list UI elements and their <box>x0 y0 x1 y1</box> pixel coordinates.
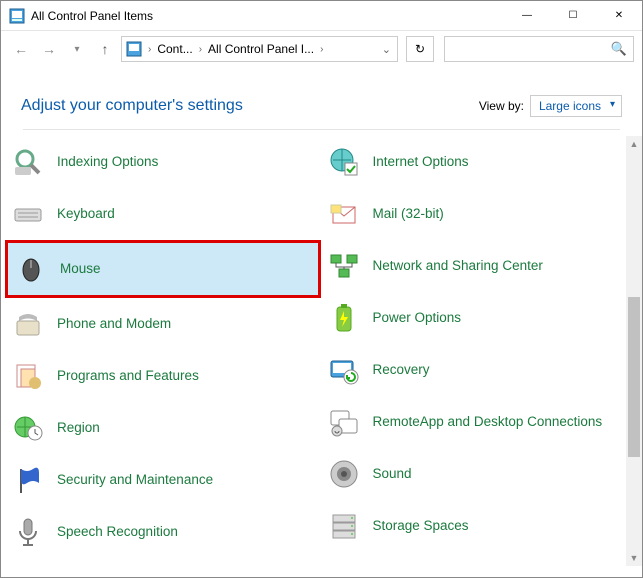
flag-icon <box>9 461 47 499</box>
remoteapp-icon <box>325 403 363 441</box>
cp-item-label: Power Options <box>373 310 462 327</box>
minimize-button[interactable]: — <box>504 1 550 31</box>
scroll-down-arrow-icon[interactable]: ▼ <box>626 550 642 566</box>
items-area: Indexing Options Keyboard Mouse Phone and M… <box>1 136 642 566</box>
cp-item-label: Security and Maintenance <box>57 472 213 489</box>
speaker-icon <box>325 455 363 493</box>
titlebar: All Control Panel Items — ☐ ✕ <box>1 1 642 31</box>
cp-item-label: Speech Recognition <box>57 524 178 541</box>
navigation-row: ← → ▾ ↑ › Cont... › All Control Panel I.… <box>1 31 642 67</box>
mouse-icon <box>12 250 50 288</box>
scroll-thumb[interactable] <box>628 297 640 457</box>
breadcrumb-seg2[interactable]: All Control Panel I... <box>208 42 314 56</box>
search-index-icon <box>9 143 47 181</box>
cp-item-indexing-options[interactable]: Indexing Options <box>5 136 321 188</box>
view-by-label: View by: <box>479 99 524 113</box>
cp-item-sync-center[interactable]: Sync Center <box>5 558 321 566</box>
cp-item-phone-and-modem[interactable]: Phone and Modem <box>5 298 321 350</box>
cp-item-keyboard[interactable]: Keyboard <box>5 188 321 240</box>
sync-icon <box>9 565 47 566</box>
keyboard-icon <box>9 195 47 233</box>
chevron-right-icon[interactable]: › <box>197 44 204 55</box>
cp-item-label: Mouse <box>60 261 101 278</box>
cp-item-label: Mail (32-bit) <box>373 206 444 223</box>
cp-item-internet-options[interactable]: Internet Options <box>321 136 637 188</box>
close-button[interactable]: ✕ <box>596 1 642 31</box>
cp-item-power-options[interactable]: Power Options <box>321 292 637 344</box>
cp-item-label: Keyboard <box>57 206 115 223</box>
cp-item-label: Indexing Options <box>57 154 158 171</box>
chevron-right-icon[interactable]: › <box>146 44 153 55</box>
cp-item-mail-32-bit-[interactable]: Mail (32-bit) <box>321 188 637 240</box>
recovery-icon <box>325 351 363 389</box>
forward-button[interactable]: → <box>37 37 61 61</box>
globe-check-icon <box>325 143 363 181</box>
cp-item-storage-spaces[interactable]: Storage Spaces <box>321 500 637 552</box>
drives-icon <box>325 507 363 545</box>
divider <box>23 129 620 130</box>
mail-icon <box>325 195 363 233</box>
search-input[interactable] <box>445 37 633 61</box>
scroll-up-arrow-icon[interactable]: ▲ <box>626 136 642 152</box>
microphone-icon <box>9 513 47 551</box>
view-by-value: Large icons <box>539 99 601 113</box>
control-panel-icon <box>9 8 25 24</box>
cp-item-mouse[interactable]: Mouse <box>8 243 318 295</box>
cp-item-label: Internet Options <box>373 154 469 171</box>
system-icon <box>325 559 363 566</box>
cp-item-label: Storage Spaces <box>373 518 469 535</box>
address-dropdown-icon[interactable]: ⌄ <box>380 43 393 56</box>
content-header: Adjust your computer's settings View by:… <box>21 95 622 117</box>
page-heading: Adjust your computer's settings <box>21 97 243 115</box>
breadcrumb-seg1[interactable]: Cont... <box>157 42 192 56</box>
refresh-button[interactable]: ↻ <box>406 36 434 62</box>
highlight-box: Mouse <box>5 240 321 298</box>
chevron-right-icon[interactable]: › <box>318 44 325 55</box>
up-button[interactable]: ↑ <box>93 37 117 61</box>
battery-icon <box>325 299 363 337</box>
phone-modem-icon <box>9 305 47 343</box>
window-controls: — ☐ ✕ <box>504 1 642 31</box>
cp-item-remoteapp-and-desktop-connections[interactable]: RemoteApp and Desktop Connections <box>321 396 637 448</box>
vertical-scrollbar[interactable]: ▲ ▼ <box>626 136 642 566</box>
programs-icon <box>9 357 47 395</box>
cp-item-label: Recovery <box>373 362 430 379</box>
view-by-select[interactable]: Large icons <box>530 95 622 117</box>
cp-item-label: Programs and Features <box>57 368 199 385</box>
cp-item-recovery[interactable]: Recovery <box>321 344 637 396</box>
scroll-track[interactable] <box>626 152 642 550</box>
cp-item-label: Network and Sharing Center <box>373 258 543 275</box>
cp-item-region[interactable]: Region <box>5 402 321 454</box>
window-title: All Control Panel Items <box>31 9 504 23</box>
search-icon[interactable]: 🔍 <box>611 41 627 57</box>
network-icon <box>325 247 363 285</box>
search-box[interactable]: 🔍 <box>444 36 634 62</box>
cp-item-label: RemoteApp and Desktop Connections <box>373 414 603 431</box>
cp-item-system[interactable]: System <box>321 552 637 566</box>
cp-item-security-and-maintenance[interactable]: Security and Maintenance <box>5 454 321 506</box>
cp-item-speech-recognition[interactable]: Speech Recognition <box>5 506 321 558</box>
back-button[interactable]: ← <box>9 37 33 61</box>
control-panel-icon <box>126 41 142 57</box>
cp-item-label: Phone and Modem <box>57 316 171 333</box>
view-by: View by: Large icons <box>479 95 622 117</box>
recent-locations-button[interactable]: ▾ <box>65 37 89 61</box>
address-bar[interactable]: › Cont... › All Control Panel I... › ⌄ <box>121 36 398 62</box>
cp-item-label: Sound <box>373 466 412 483</box>
cp-item-sound[interactable]: Sound <box>321 448 637 500</box>
cp-item-programs-and-features[interactable]: Programs and Features <box>5 350 321 402</box>
globe-clock-icon <box>9 409 47 447</box>
cp-item-label: Region <box>57 420 100 437</box>
maximize-button[interactable]: ☐ <box>550 1 596 31</box>
cp-item-network-and-sharing-center[interactable]: Network and Sharing Center <box>321 240 637 292</box>
